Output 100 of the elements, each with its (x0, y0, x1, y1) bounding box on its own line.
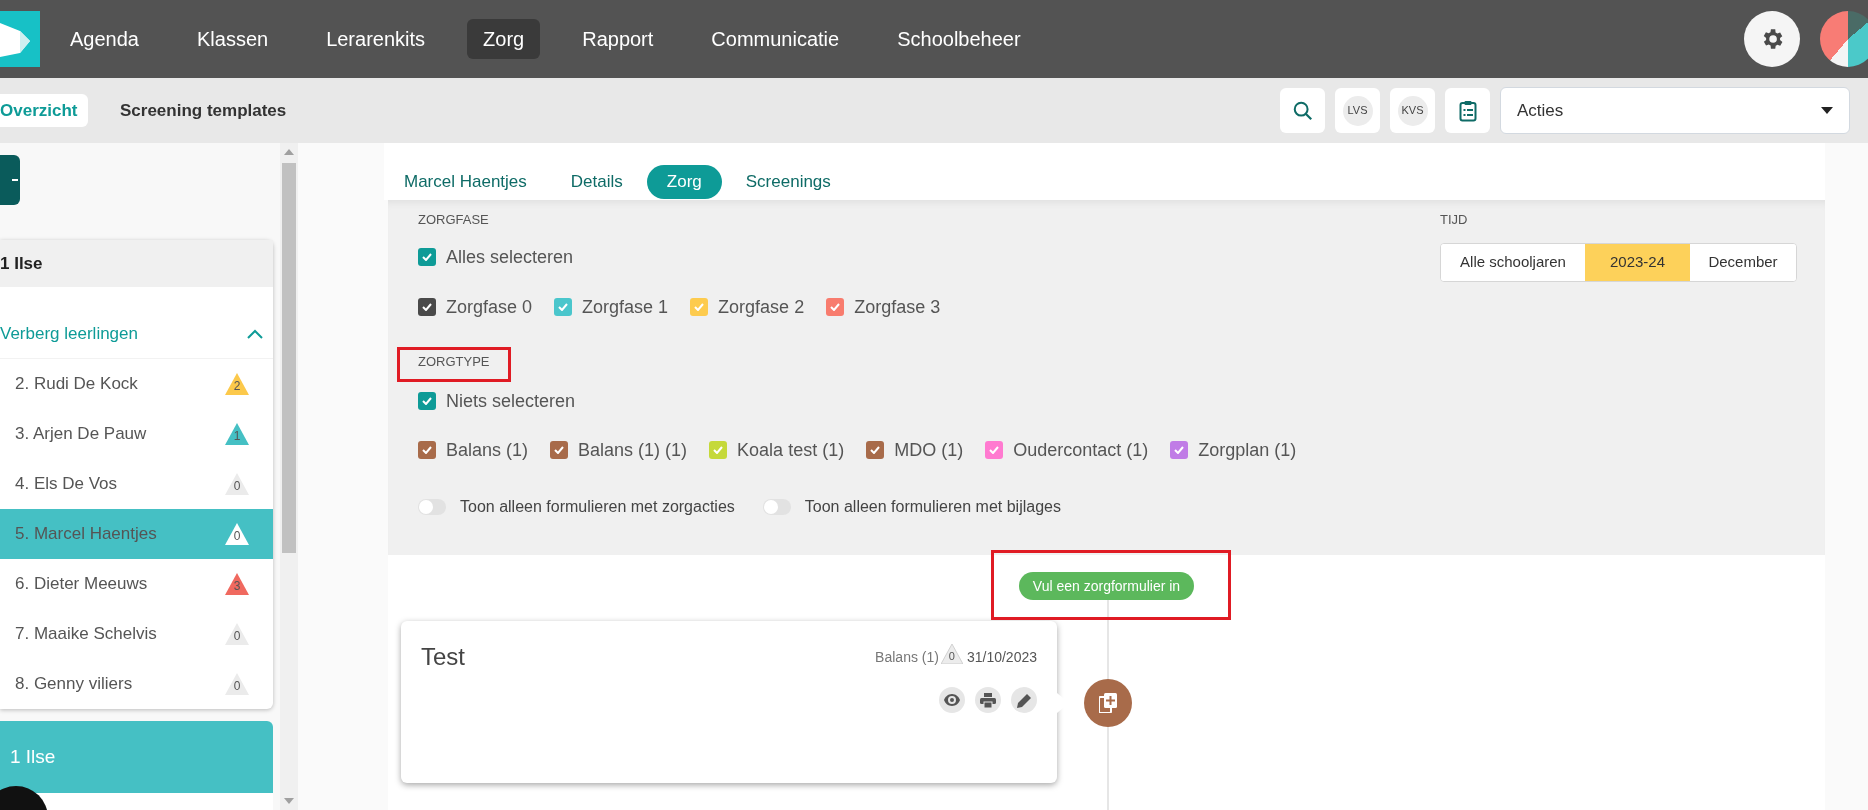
form-type: Balans (1) (875, 648, 939, 667)
checkbox-label: Alles selecteren (446, 245, 574, 269)
form-card[interactable]: Test Balans (1) 0 31/10/2023 (401, 621, 1057, 783)
chevron-icon (247, 328, 263, 339)
student-row[interactable]: 4. Els De Vos 0 (0, 459, 273, 509)
student-row[interactable]: 7. Maaike Schelvis 0 (0, 609, 273, 659)
checkbox-label: MDO (1) (894, 438, 964, 462)
student-tab[interactable]: Screenings (725, 164, 851, 199)
triangle-icon (940, 644, 963, 664)
nav-item[interactable]: Rapport (566, 19, 670, 59)
count-label: 0 (233, 628, 241, 645)
checkbox-label: Balans (1) (1) (578, 438, 688, 462)
checkbox[interactable] (1170, 441, 1189, 459)
scroll-up-arrow-icon[interactable] (284, 149, 294, 155)
count-label: 0 (233, 478, 241, 495)
section-label: TIJD (1440, 211, 1468, 230)
check-icon (422, 397, 432, 405)
clipboard-button[interactable] (1445, 88, 1490, 133)
check-icon (422, 303, 432, 311)
student-row[interactable]: 6. Dieter Meeuws 3 (0, 559, 273, 609)
checkbox-label: Niets selecteren (446, 389, 576, 413)
nav-item[interactable]: Schoolbeheer (881, 19, 1037, 59)
caret-icon (1821, 107, 1833, 114)
student-tab[interactable]: Details (550, 164, 643, 199)
eye-icon (944, 694, 960, 706)
count-label: 0 (233, 678, 241, 695)
view-button[interactable] (939, 687, 965, 713)
student-name: 8. Genny viliers (15, 673, 134, 696)
count-label: 0 (233, 528, 241, 545)
nav-item[interactable]: Klassen (180, 19, 285, 59)
edit-button[interactable] (1011, 687, 1037, 713)
add-button[interactable] (0, 155, 20, 205)
check-icon (554, 446, 565, 454)
card-title: Test (421, 642, 466, 672)
toolbar-button[interactable]: KVS (1390, 88, 1435, 133)
check-icon (694, 303, 705, 311)
checkbox-label: Zorgfase 3 (854, 295, 941, 319)
checkbox-label: Balans (1) (446, 438, 529, 462)
checkbox[interactable] (690, 298, 709, 316)
time-segment[interactable]: 2023-24 (1585, 244, 1690, 281)
form-date: 31/10/2023 (966, 648, 1037, 667)
checkbox-label: Oudercontact (1) (1013, 438, 1149, 462)
count-label: 2 (233, 378, 241, 395)
nav-item[interactable]: Communicatie (695, 19, 856, 59)
check-icon (1174, 446, 1185, 454)
scroll-down-arrow-icon[interactable] (284, 798, 294, 804)
check-icon (422, 446, 432, 454)
checkbox[interactable] (709, 441, 728, 459)
checkbox[interactable] (554, 298, 573, 316)
student-row[interactable]: 2. Rudi De Kock 2 (0, 359, 273, 409)
toggle-switch[interactable] (418, 499, 446, 515)
scrollbar[interactable] (280, 143, 298, 810)
printer-icon (980, 692, 996, 708)
pencil-icon (1016, 692, 1032, 708)
checkbox[interactable] (550, 441, 569, 459)
check-icon (870, 446, 881, 454)
checkbox-label: Zorgfase 0 (446, 295, 533, 319)
print-button[interactable] (975, 687, 1001, 713)
student-row[interactable]: 5. Marcel Haentjes 0 (0, 509, 273, 559)
count-label: 3 (233, 578, 241, 595)
checkbox-label: Koala test (1) (737, 438, 845, 462)
checkbox[interactable] (418, 392, 436, 410)
clipboard-icon (1458, 99, 1477, 122)
check-icon (713, 446, 724, 454)
student-row[interactable]: 3. Arjen De Pauw 1 (0, 409, 273, 459)
checkbox-label: Zorgplan (1) (1198, 438, 1297, 462)
hide-students-toggle[interactable]: Verberg leerlingen (0, 287, 273, 359)
checkbox-label: Zorgfase 2 (718, 295, 805, 319)
checkbox[interactable] (985, 441, 1004, 459)
toggle-label: Toon alleen formulieren met bijlages (804, 497, 1061, 517)
student-tab[interactable]: Marcel Haentjes (384, 164, 547, 199)
toolbar-button[interactable]: LVS (1335, 88, 1380, 133)
student-row[interactable]: 8. Genny viliers 0 (0, 659, 273, 709)
student-name: 3. Arjen De Pauw (15, 423, 148, 446)
section-label: ZORGTYPE (418, 353, 490, 372)
student-name: 2. Rudi De Kock (15, 373, 139, 396)
nav-item[interactable]: Zorg (467, 19, 541, 59)
dropdown-value: Acties (1517, 99, 1564, 122)
checkbox[interactable] (418, 298, 436, 316)
check-icon (830, 303, 841, 311)
nav-item[interactable]: Lerarenkits (310, 19, 442, 59)
check-icon (989, 446, 1000, 454)
actions-dropdown[interactable]: Acties (1500, 87, 1850, 134)
section-label: ZORGFASE (418, 211, 489, 230)
toggle-switch[interactable] (762, 499, 791, 515)
app-logo[interactable] (0, 11, 40, 67)
checkbox[interactable] (418, 441, 436, 459)
checkbox[interactable] (866, 441, 885, 459)
student-name: 4. Els De Vos (15, 473, 119, 496)
search-button[interactable] (1280, 88, 1325, 133)
user-avatar[interactable] (1820, 11, 1868, 67)
scroll-thumb[interactable] (282, 163, 296, 553)
settings-button[interactable] (1744, 11, 1800, 67)
nav-item[interactable]: Agenda (54, 19, 155, 59)
form-type-marker[interactable] (1084, 679, 1132, 727)
checkbox[interactable] (826, 298, 845, 316)
add-document-icon (1099, 693, 1117, 713)
checkbox[interactable] (418, 248, 436, 266)
subnav-tab[interactable]: Screening templates (116, 94, 291, 127)
student-name: 5. Marcel Haentjes (15, 523, 158, 546)
